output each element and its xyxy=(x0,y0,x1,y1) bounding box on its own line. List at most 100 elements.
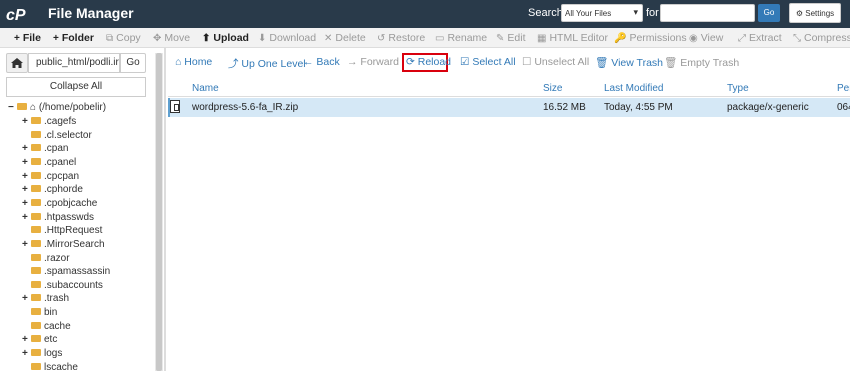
search-go-button[interactable]: Go xyxy=(758,4,780,22)
expand-icon[interactable]: + xyxy=(22,212,31,223)
move-label: Move xyxy=(164,32,191,44)
tree-item[interactable]: + .trash xyxy=(22,293,69,306)
tree-item[interactable]: .razor xyxy=(22,253,70,266)
tree-item-label: etc xyxy=(44,334,58,346)
expand-icon[interactable]: + xyxy=(22,334,31,345)
empty-trash-button[interactable]: 🗑 Empty Trash xyxy=(664,56,739,69)
tree-item[interactable]: + .cagefs xyxy=(22,116,76,129)
tree-item[interactable]: .HttpRequest xyxy=(22,225,102,238)
new-folder-button[interactable]: + Folder xyxy=(53,32,94,44)
column-header-name[interactable]: Name xyxy=(192,83,219,94)
tree-item[interactable]: .subaccounts xyxy=(22,280,103,293)
download-icon: ⬇ xyxy=(258,33,267,44)
tree-root[interactable]: − ⌂ (/home/pobelir) xyxy=(8,102,106,115)
view-trash-button[interactable]: 🗑 View Trash xyxy=(595,56,663,69)
copy-button[interactable]: ⧉ Copy xyxy=(106,32,141,44)
column-header-last-modified[interactable]: Last Modified xyxy=(604,83,663,94)
collapse-all-button[interactable]: Collapse All xyxy=(6,77,146,97)
folder-icon xyxy=(31,185,41,193)
tree-item[interactable]: + .cpcpan xyxy=(22,171,79,184)
tree-item[interactable]: + .cpan xyxy=(22,143,68,156)
extract-button[interactable]: ⤢ Extract xyxy=(738,32,782,44)
column-header-size[interactable]: Size xyxy=(543,83,562,94)
tree-item[interactable]: .cl.selector xyxy=(22,130,92,143)
back-button[interactable]: ← Back xyxy=(303,56,340,68)
tree-item[interactable]: cache xyxy=(22,321,71,334)
panel-divider xyxy=(164,48,166,371)
tree-item-label: bin xyxy=(44,307,58,319)
expand-icon[interactable]: + xyxy=(22,116,31,127)
path-go-button[interactable]: Go xyxy=(120,53,146,73)
home-dir-button[interactable] xyxy=(6,53,28,73)
move-icon: ✥ xyxy=(153,33,162,44)
tree-item[interactable]: + .cphorde xyxy=(22,184,83,197)
upload-button[interactable]: ⬆ Upload xyxy=(202,32,249,44)
tree-item-label: .MirrorSearch xyxy=(44,238,105,250)
expand-icon[interactable]: + xyxy=(22,171,31,182)
expand-icon[interactable]: + xyxy=(22,348,31,359)
reload-button[interactable]: ⟳ Reload xyxy=(406,56,451,68)
folder-icon xyxy=(31,253,41,261)
tree-item[interactable]: .spamassassin xyxy=(22,266,110,279)
rename-button[interactable]: ▭ Rename xyxy=(435,32,487,44)
tree-item-label: .HttpRequest xyxy=(44,225,103,237)
expand-icon[interactable]: + xyxy=(22,239,31,250)
download-button[interactable]: ⬇ Download xyxy=(258,32,316,44)
restore-icon: ↺ xyxy=(377,33,386,44)
expand-icon[interactable]: + xyxy=(22,157,31,168)
edit-button[interactable]: ✎ Edit xyxy=(496,32,525,44)
tree-item-label: .cpan xyxy=(44,143,69,155)
view-trash-label: View Trash xyxy=(611,57,664,69)
toolbar: + File + Folder ⧉ Copy ✥ Move ⬆ Upload ⬇ Downl… xyxy=(0,28,850,48)
expand-icon[interactable]: + xyxy=(22,198,31,209)
reload-label: Reload xyxy=(417,56,452,68)
tree-item[interactable]: + logs xyxy=(22,348,62,361)
rename-label: Rename xyxy=(447,32,488,44)
tree-item-label: .cpanel xyxy=(44,156,77,168)
html-editor-label: HTML Editor xyxy=(549,32,608,44)
file-name[interactable]: wordpress-5.6-fa_IR.zip xyxy=(192,102,298,113)
tree-item[interactable]: + etc xyxy=(22,334,57,347)
sidebar-scroll-thumb[interactable] xyxy=(156,53,162,371)
tree-item[interactable]: + .MirrorSearch xyxy=(22,239,105,252)
folder-icon xyxy=(31,294,41,302)
html-editor-button[interactable]: ▦ HTML Editor xyxy=(537,32,608,44)
new-folder-label: Folder xyxy=(61,32,94,44)
column-header-type[interactable]: Type xyxy=(727,83,749,94)
permissions-button[interactable]: 🔑 Permissions xyxy=(614,32,687,44)
tree-item[interactable]: + .cpanel xyxy=(22,157,76,170)
home-button[interactable]: ⌂ Home xyxy=(175,56,212,68)
tree-item[interactable]: lscache xyxy=(22,362,78,375)
delete-button[interactable]: ✕ Delete xyxy=(324,32,366,44)
copy-icon: ⧉ xyxy=(106,33,114,44)
tree-item[interactable]: + .cpobjcache xyxy=(22,198,97,211)
tree-item-label: .trash xyxy=(44,293,70,305)
forward-button[interactable]: → Forward xyxy=(347,56,399,68)
plus-icon: + xyxy=(53,33,59,44)
select-all-button[interactable]: ☑ Select All xyxy=(460,56,516,68)
collapse-icon[interactable]: − xyxy=(8,102,17,113)
search-scope-select[interactable]: All Your Files ▾ xyxy=(561,4,643,22)
rename-icon: ▭ xyxy=(435,33,445,44)
search-input[interactable] xyxy=(660,4,755,22)
tree-item[interactable]: + .htpasswds xyxy=(22,212,94,225)
column-header-permissions[interactable]: Perm xyxy=(837,83,850,94)
settings-button[interactable]: ⚙ Settings xyxy=(789,3,841,23)
permissions-label: Permissions xyxy=(629,32,687,44)
up-one-level-button[interactable]: ⤴ Up One Level xyxy=(228,56,306,71)
up-one-level-label: Up One Level xyxy=(241,58,306,70)
path-input[interactable]: public_html/podli.ir xyxy=(28,53,120,73)
tree-item-label: .cphorde xyxy=(44,184,83,196)
expand-icon[interactable]: + xyxy=(22,143,31,154)
expand-icon[interactable]: + xyxy=(22,293,31,304)
expand-icon[interactable]: + xyxy=(22,184,31,195)
view-button[interactable]: ◉ View xyxy=(689,32,723,44)
compress-button[interactable]: ⤡ Compress xyxy=(793,32,850,44)
trash-icon: 🗑 xyxy=(664,57,678,69)
tree-item[interactable]: bin xyxy=(22,307,57,320)
arrow-right-icon: → xyxy=(347,56,358,68)
unselect-all-button[interactable]: ☐ Unselect All xyxy=(522,56,589,68)
restore-button[interactable]: ↺ Restore xyxy=(377,32,425,44)
new-file-button[interactable]: + File xyxy=(14,32,41,44)
move-button[interactable]: ✥ Move xyxy=(153,32,190,44)
